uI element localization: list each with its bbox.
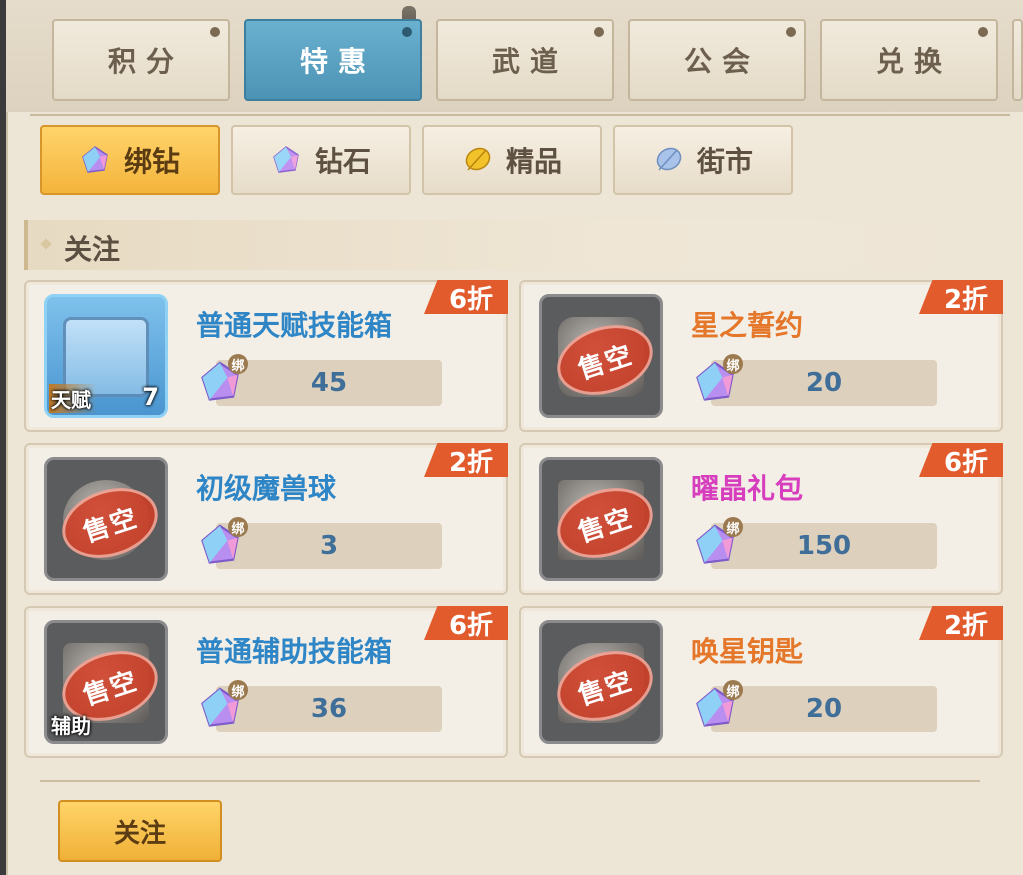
diamond-icon <box>273 146 299 173</box>
shop-item-card[interactable]: 2折 售空 唤星钥匙 20 绑 <box>519 606 1003 758</box>
subtab-market[interactable]: 街市 <box>613 125 793 195</box>
diamond-bullet-icon <box>40 238 52 250</box>
support-skill-box-icon: 售空 辅助 <box>44 620 168 744</box>
tab-dot-icon <box>594 27 604 37</box>
sold-out-stamp: 售空 <box>53 476 165 570</box>
item-name: 星之誓约 <box>691 309 804 342</box>
bound-diamond-icon: 绑 <box>693 517 743 567</box>
bind-mark: 绑 <box>228 680 248 700</box>
item-price: 20 <box>711 360 937 406</box>
blue-leaf-icon <box>656 147 682 171</box>
crystal-gift-pack-icon: 售空 <box>539 457 663 581</box>
subtab-label: 绑钻 <box>123 145 180 178</box>
discount-badge: 2折 <box>919 606 1003 640</box>
talent-skill-box-icon: 天赋 7 <box>44 294 168 418</box>
bound-diamond-icon <box>82 146 108 173</box>
follow-button-label: 关注 <box>113 818 166 849</box>
bind-mark: 绑 <box>723 680 743 700</box>
tab-points[interactable]: 积分 <box>52 19 230 101</box>
tab-label: 武道 <box>491 45 568 78</box>
item-price: 3 <box>216 523 442 569</box>
section-header: 关注 <box>24 220 1008 270</box>
item-name: 普通辅助技能箱 <box>196 635 393 668</box>
bound-diamond-icon: 绑 <box>198 680 248 730</box>
item-price: 45 <box>216 360 442 406</box>
item-name: 普通天赋技能箱 <box>196 309 393 342</box>
discount-badge: 6折 <box>424 280 508 314</box>
subtab-diamond[interactable]: 钻石 <box>231 125 411 195</box>
item-quantity: 7 <box>142 383 159 411</box>
bind-mark: 绑 <box>723 517 743 537</box>
subtab-bound-diamond[interactable]: 绑钻 <box>40 125 220 195</box>
tab-label: 积分 <box>107 45 184 78</box>
subtab-label: 钻石 <box>314 145 371 178</box>
tab-dot-icon <box>978 27 988 37</box>
tab-exchange[interactable]: 兑换 <box>820 19 998 101</box>
subtab-label: 街市 <box>696 145 753 178</box>
item-name: 唤星钥匙 <box>691 635 804 668</box>
star-oath-icon: 售空 <box>539 294 663 418</box>
tab-guild[interactable]: 公会 <box>628 19 806 101</box>
tab-label: 特惠 <box>299 45 376 78</box>
shop-item-card[interactable]: 6折 天赋 7 普通天赋技能箱 45 绑 <box>24 280 508 432</box>
item-price: 150 <box>711 523 937 569</box>
subtab-premium[interactable]: 精品 <box>422 125 602 195</box>
follow-button[interactable]: 关注 <box>58 800 222 862</box>
bind-mark: 绑 <box>228 517 248 537</box>
shop-item-card[interactable]: 2折 售空 初级魔兽球 3 绑 <box>24 443 508 595</box>
shop-item-card[interactable]: 6折 售空 曜晶礼包 150 绑 <box>519 443 1003 595</box>
item-price: 20 <box>711 686 937 732</box>
bind-mark: 绑 <box>723 354 743 374</box>
tab-label: 兑换 <box>875 45 952 78</box>
discount-badge: 6折 <box>919 443 1003 477</box>
tab-dot-icon <box>786 27 796 37</box>
bound-diamond-icon: 绑 <box>198 517 248 567</box>
tab-overflow[interactable] <box>1012 19 1023 101</box>
gold-leaf-icon <box>465 147 491 171</box>
tab-dot-icon <box>210 27 220 37</box>
tab-label: 公会 <box>683 45 760 78</box>
divider <box>40 780 980 782</box>
section-title: 关注 <box>64 233 121 266</box>
item-tag: 天赋 <box>49 384 97 413</box>
discount-badge: 2折 <box>424 443 508 477</box>
tab-dot-icon <box>402 27 412 37</box>
tab-martial[interactable]: 武道 <box>436 19 614 101</box>
shop-item-card[interactable]: 2折 售空 星之誓约 20 绑 <box>519 280 1003 432</box>
discount-badge: 6折 <box>424 606 508 640</box>
star-key-icon: 售空 <box>539 620 663 744</box>
item-price: 36 <box>216 686 442 732</box>
bound-diamond-icon: 绑 <box>693 680 743 730</box>
bound-diamond-icon: 绑 <box>693 354 743 404</box>
bind-mark: 绑 <box>228 354 248 374</box>
discount-badge: 2折 <box>919 280 1003 314</box>
beast-ball-icon: 售空 <box>44 457 168 581</box>
item-tag: 辅助 <box>51 714 91 738</box>
tab-special-offer[interactable]: 特惠 <box>244 19 422 101</box>
item-name: 曜晶礼包 <box>691 472 804 505</box>
divider <box>30 114 1010 116</box>
item-name: 初级魔兽球 <box>196 472 337 505</box>
shop-item-card[interactable]: 6折 售空 辅助 普通辅助技能箱 36 绑 <box>24 606 508 758</box>
bound-diamond-icon: 绑 <box>198 354 248 404</box>
subtab-label: 精品 <box>505 145 562 178</box>
